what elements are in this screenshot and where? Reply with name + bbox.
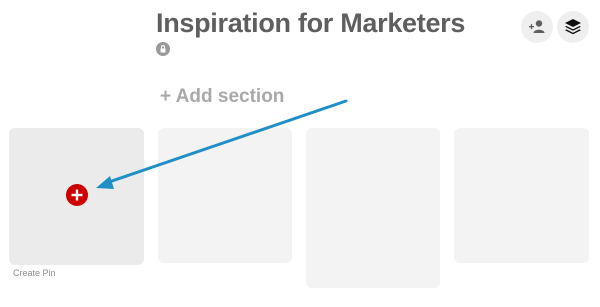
- pin-placeholder-tile: [306, 128, 440, 288]
- lock-icon: [156, 42, 170, 56]
- add-section-button[interactable]: + Add section: [160, 84, 284, 110]
- board-title: Inspiration for Marketers: [156, 8, 466, 38]
- pin-placeholder-tile: [454, 128, 589, 263]
- plus-circle-icon[interactable]: [66, 184, 88, 206]
- pin-placeholder-tile: [158, 128, 292, 263]
- layers-icon: [565, 19, 581, 35]
- add-section-label: + Add section: [160, 86, 285, 107]
- create-pin-tile[interactable]: [9, 128, 144, 265]
- create-pin-label: Create Pin: [13, 268, 56, 278]
- board-page: Inspiration for Marketers + Add section: [0, 0, 600, 307]
- add-collaborator-button[interactable]: [521, 11, 553, 43]
- add-collaborator-icon: [529, 20, 545, 33]
- layers-button[interactable]: [557, 11, 589, 43]
